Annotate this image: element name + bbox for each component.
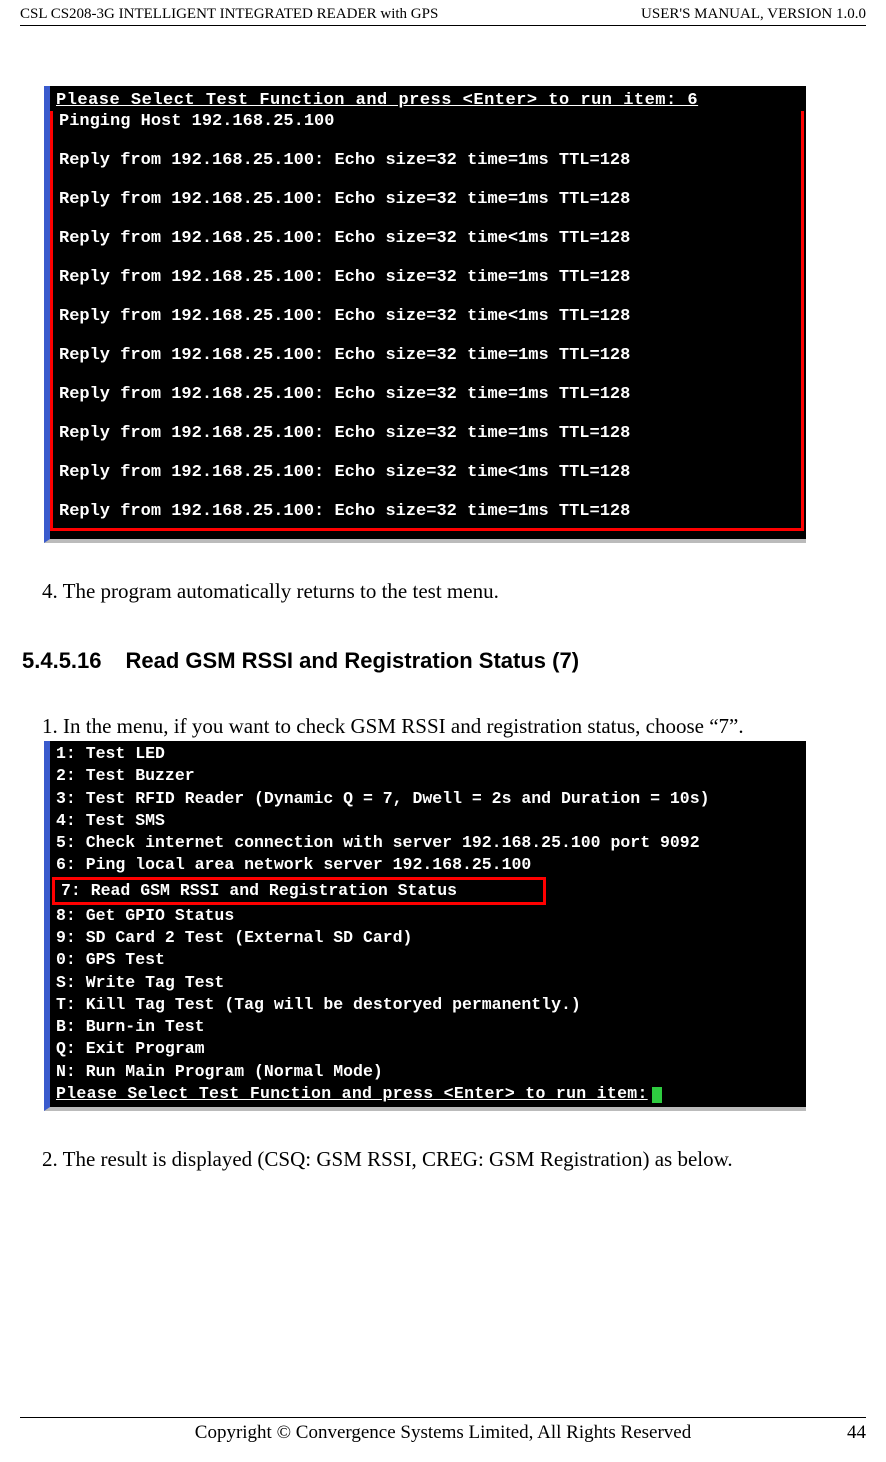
menu-line: 3: Test RFID Reader (Dynamic Q = 7, Dwel… [50, 788, 806, 810]
page-header: CSL CS208-3G INTELLIGENT INTEGRATED READ… [20, 0, 866, 26]
section-heading: 5.4.5.16 Read GSM RSSI and Registration S… [22, 648, 866, 674]
menu-line-highlighted: 7: Read GSM RSSI and Registration Status [52, 877, 546, 905]
terminal-screenshot-ping: Please Select Test Function and press <E… [44, 86, 806, 543]
terminal-screenshot-menu: 1: Test LED 2: Test Buzzer 3: Test RFID … [44, 741, 806, 1111]
terminal-line: Reply from 192.168.25.100: Echo size=32 … [53, 462, 801, 483]
header-right: USER'S MANUAL, VERSION 1.0.0 [641, 6, 866, 23]
terminal-prompt-line: Please Select Test Function and press <E… [50, 90, 806, 111]
menu-line: N: Run Main Program (Normal Mode) [50, 1061, 806, 1083]
menu-line: 5: Check internet connection with server… [50, 832, 806, 854]
section-number: 5.4.5.16 [22, 648, 102, 674]
menu-line: 4: Test SMS [50, 810, 806, 832]
terminal-line: Reply from 192.168.25.100: Echo size=32 … [53, 501, 801, 522]
menu-prompt-text: Please Select Test Function and press <E… [56, 1084, 648, 1103]
menu-line: 9: SD Card 2 Test (External SD Card) [50, 927, 806, 949]
terminal-line: Reply from 192.168.25.100: Echo size=32 … [53, 267, 801, 288]
page-footer: Copyright © Convergence Systems Limited,… [20, 1417, 866, 1444]
menu-line: 6: Ping local area network server 192.16… [50, 854, 806, 876]
footer-copyright: Copyright © Convergence Systems Limited,… [20, 1422, 866, 1444]
footer-page-number: 44 [847, 1422, 866, 1444]
step-1-text: 1. In the menu, if you want to check GSM… [42, 714, 866, 739]
cursor-icon [652, 1087, 662, 1103]
terminal-line: Reply from 192.168.25.100: Echo size=32 … [53, 228, 801, 249]
menu-line: T: Kill Tag Test (Tag will be destoryed … [50, 994, 806, 1016]
menu-line: Q: Exit Program [50, 1038, 806, 1060]
menu-line: B: Burn-in Test [50, 1016, 806, 1038]
terminal-line: Reply from 192.168.25.100: Echo size=32 … [53, 150, 801, 171]
terminal-line: Reply from 192.168.25.100: Echo size=32 … [53, 423, 801, 444]
menu-prompt: Please Select Test Function and press <E… [50, 1083, 806, 1105]
header-left: CSL CS208-3G INTELLIGENT INTEGRATED READ… [20, 6, 438, 23]
terminal-line: Reply from 192.168.25.100: Echo size=32 … [53, 384, 801, 405]
terminal-line: Reply from 192.168.25.100: Echo size=32 … [53, 345, 801, 366]
menu-line: 2: Test Buzzer [50, 765, 806, 787]
terminal-line: Pinging Host 192.168.25.100 [53, 111, 801, 132]
highlight-box: Pinging Host 192.168.25.100 Reply from 1… [50, 111, 804, 531]
menu-line: S: Write Tag Test [50, 972, 806, 994]
menu-line: 1: Test LED [50, 743, 806, 765]
terminal-line: Reply from 192.168.25.100: Echo size=32 … [53, 189, 801, 210]
step-2-text: 2. The result is displayed (CSQ: GSM RSS… [42, 1147, 866, 1172]
menu-line: 8: Get GPIO Status [50, 905, 806, 927]
menu-line: 0: GPS Test [50, 949, 806, 971]
step-4-text: 4. The program automatically returns to … [42, 579, 866, 604]
section-title: Read GSM RSSI and Registration Status (7… [126, 648, 580, 673]
terminal-line: Reply from 192.168.25.100: Echo size=32 … [53, 306, 801, 327]
